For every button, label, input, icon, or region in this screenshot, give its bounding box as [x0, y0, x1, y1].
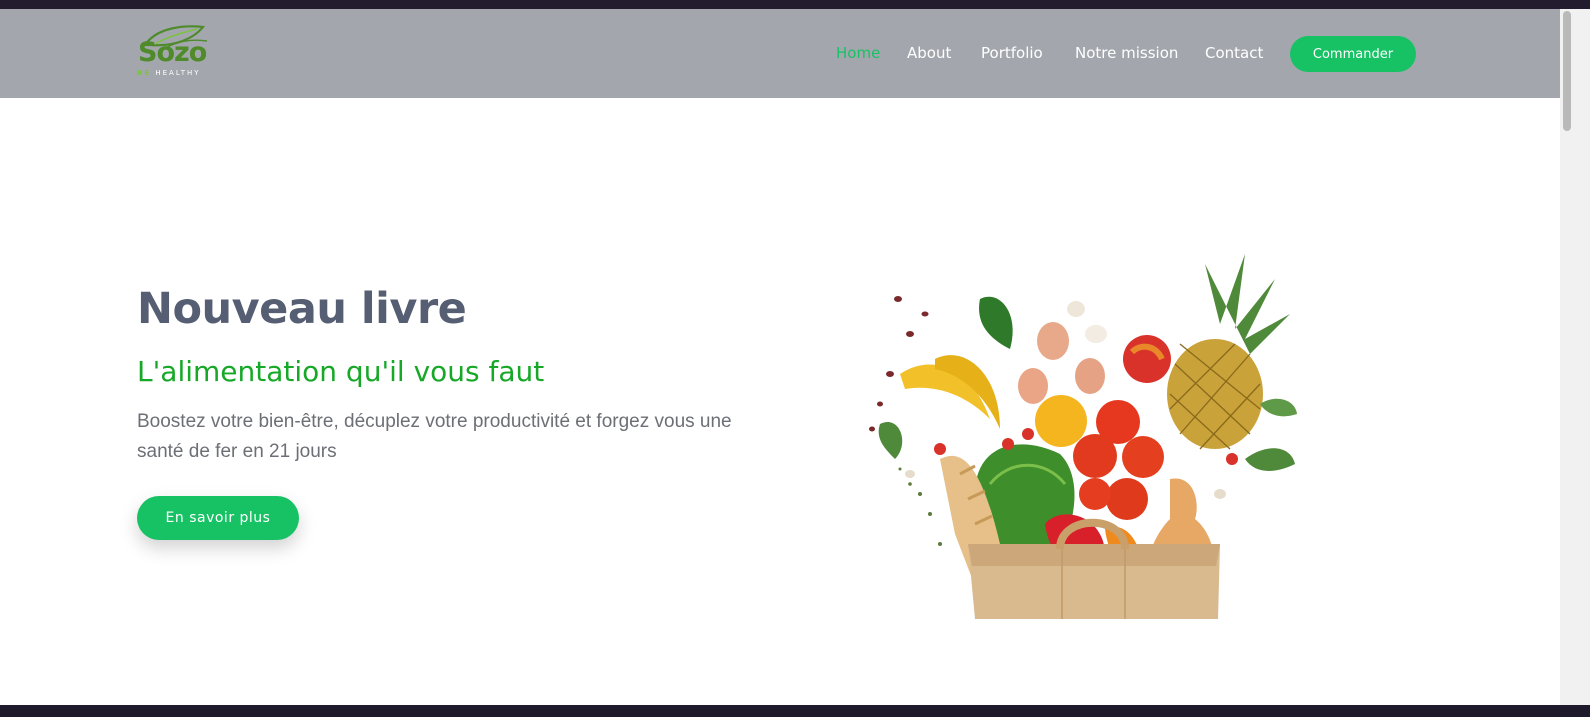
page-scrollbar[interactable]: [1560, 9, 1590, 705]
logo-tagline-be: BE: [137, 69, 152, 77]
nav-about[interactable]: About: [907, 44, 951, 62]
nav-notre-mission[interactable]: Notre mission: [1075, 44, 1178, 62]
nav-contact[interactable]: Contact: [1205, 44, 1263, 62]
logo-wordmark: Sozo: [138, 37, 207, 68]
hero-description: Boostez votre bien-être, décuplez votre …: [137, 411, 732, 462]
page-viewport: Sozo BE HEALTHY Home About Portfolio Not…: [0, 9, 1560, 705]
en-savoir-plus-button[interactable]: En savoir plus: [137, 496, 299, 540]
hero-title: Nouveau livre: [137, 284, 467, 334]
logo-tagline-healthy: HEALTHY: [155, 69, 201, 77]
browser-bottom-strip: [0, 705, 1590, 717]
browser-top-strip: [0, 0, 1590, 9]
logo-tagline: BE HEALTHY: [137, 69, 201, 77]
grocery-bag-icon: [850, 244, 1300, 619]
nav-portfolio[interactable]: Portfolio: [981, 44, 1043, 62]
navbar: Sozo BE HEALTHY Home About Portfolio Not…: [0, 9, 1560, 98]
nav-home[interactable]: Home: [836, 44, 880, 62]
brand-logo[interactable]: Sozo BE HEALTHY: [137, 23, 217, 83]
scrollbar-thumb[interactable]: [1563, 11, 1571, 131]
commander-button[interactable]: Commander: [1290, 36, 1416, 72]
hero-subtitle: L'alimentation qu'il vous faut: [137, 355, 545, 388]
